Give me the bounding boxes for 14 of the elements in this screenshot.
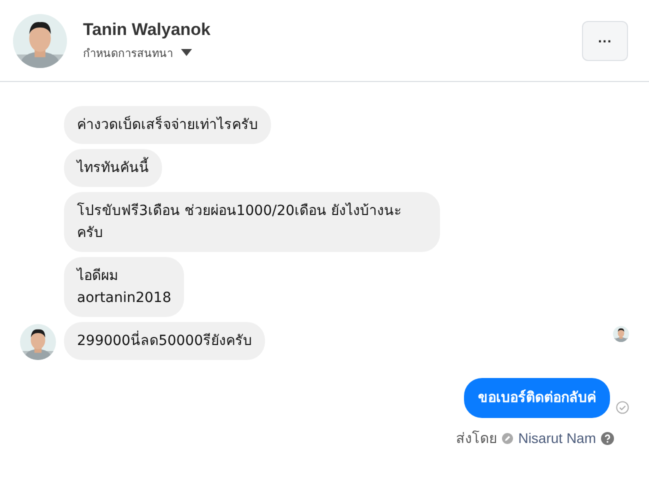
caret-icon: [181, 49, 192, 56]
message-bubble: ไอดีผม aortanin2018: [64, 257, 184, 317]
message-bubble: โปรขับฟรี3เดือน ช่วยผ่อน1000/20เดือน ยังไงบ้างนะครับ: [64, 192, 440, 252]
message-bubble: ขอเบอร์ติดต่อกลับค่: [464, 378, 610, 418]
more-button[interactable]: ···: [582, 20, 628, 60]
sender-link[interactable]: Nisarut Nam: [518, 430, 596, 446]
conversation-settings-dropdown[interactable]: กำหนดการสนทนา: [83, 44, 192, 62]
contact-name: Tanin Walyanok: [83, 20, 212, 40]
message-bubble: ค่างวดเบ็ดเสร็จจ่ายเท่าไรครับ: [64, 106, 271, 144]
pencil-icon: [502, 432, 514, 444]
message-bubble: ไทรทันคันนี้: [64, 149, 162, 187]
message-bubble: 299000นี่ลด50000รียังครับ: [64, 322, 265, 360]
help-icon[interactable]: [601, 432, 614, 444]
sent-by-label: ส่งโดย: [456, 429, 498, 448]
